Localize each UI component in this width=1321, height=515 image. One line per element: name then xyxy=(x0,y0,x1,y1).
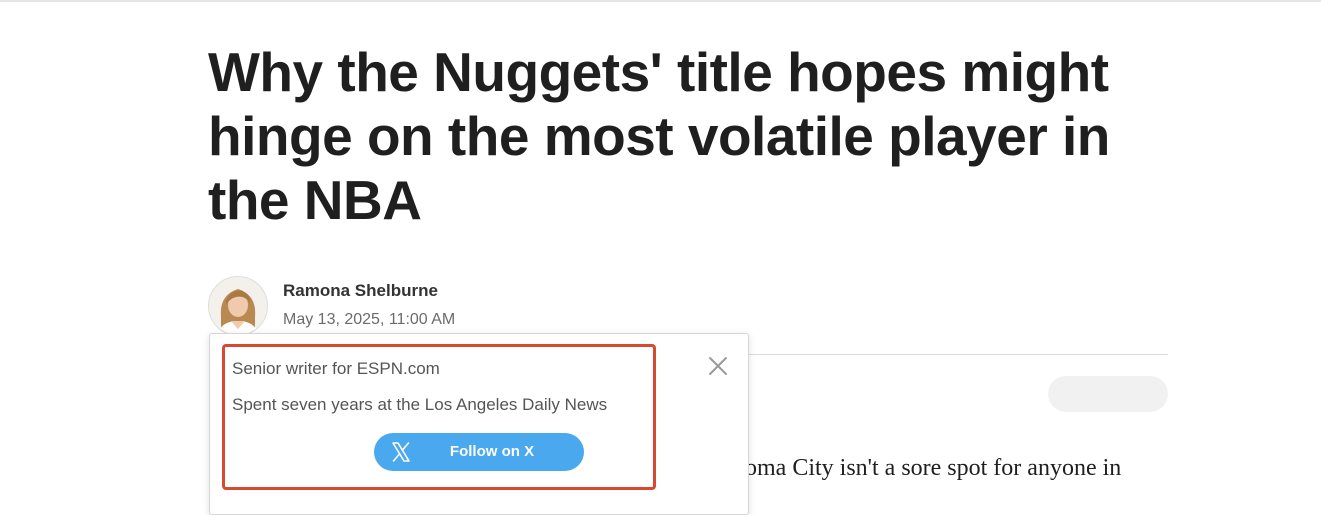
author-bio-detail: Spent seven years at the Los Angeles Dai… xyxy=(232,395,608,414)
author-name[interactable]: Ramona Shelburne xyxy=(283,281,438,301)
author-bio-popover: Senior writer for ESPN.com Spent seven y… xyxy=(209,333,749,515)
follow-button-label: Follow on X xyxy=(449,443,535,460)
close-icon xyxy=(709,357,727,375)
article-body-preview: oma City isn't a sore spot for anyone in xyxy=(745,455,1122,481)
author-photo xyxy=(209,277,267,335)
author-bio-title: Senior writer for ESPN.com xyxy=(232,359,440,378)
publish-date: May 13, 2025, 11:00 AM xyxy=(283,311,456,328)
close-popover-button[interactable] xyxy=(706,354,730,378)
follow-on-x-button[interactable]: Follow on X xyxy=(374,433,584,471)
byline-divider xyxy=(748,354,1168,355)
share-pill-placeholder xyxy=(1048,376,1168,412)
article-headline: Why the Nuggets' title hopes might hinge… xyxy=(208,41,1110,231)
top-border xyxy=(0,0,1321,2)
author-avatar[interactable] xyxy=(208,276,268,336)
